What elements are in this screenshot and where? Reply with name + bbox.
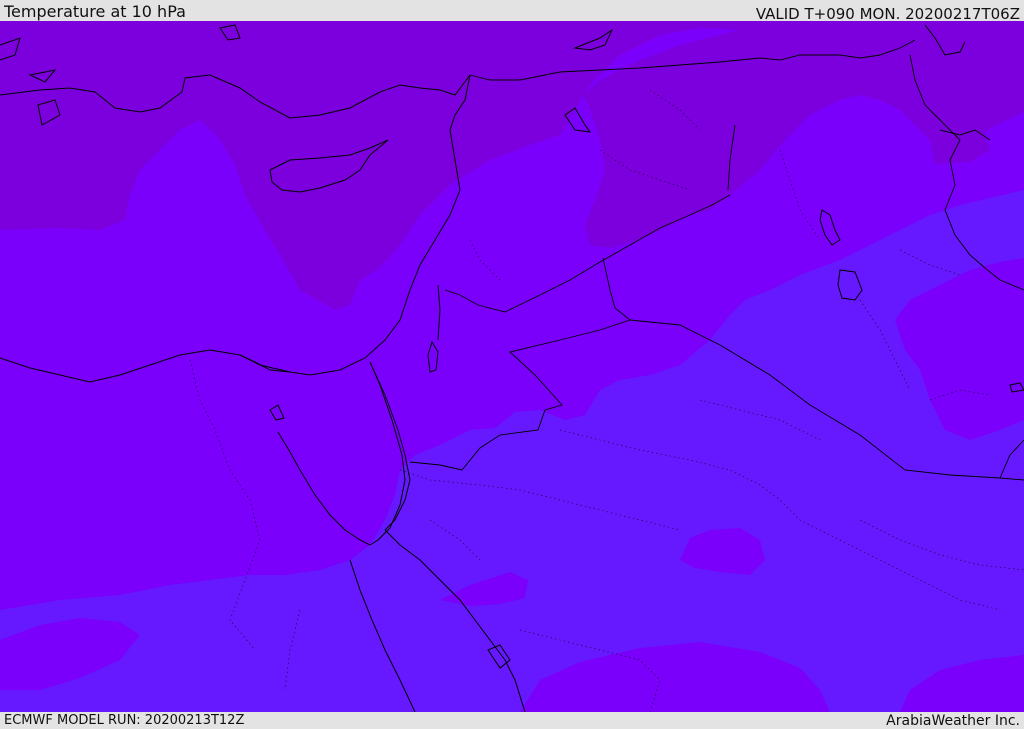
map-panel: [0, 21, 1024, 712]
model-run: ECMWF MODEL RUN: 20200213T12Z: [4, 713, 245, 728]
temperature-map: [0, 21, 1024, 712]
footer-bar: ECMWF MODEL RUN: 20200213T12Z ArabiaWeat…: [0, 712, 1024, 729]
credit: ArabiaWeather Inc.: [886, 713, 1020, 729]
map-title: Temperature at 10 hPa: [4, 2, 186, 21]
header-bar: Temperature at 10 hPa VALID T+090 MON. 2…: [0, 0, 1024, 23]
